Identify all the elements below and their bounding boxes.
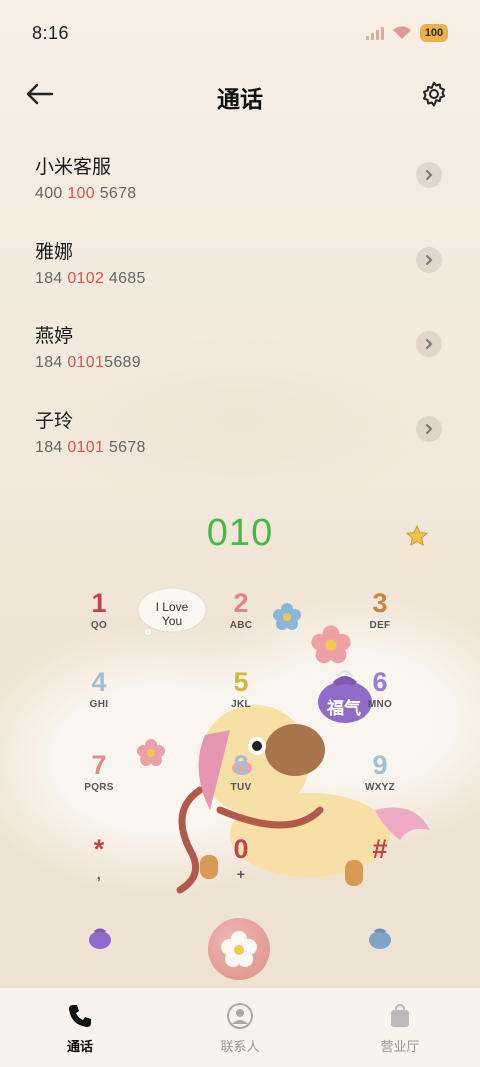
cloud-bubble-text: I Love You	[155, 600, 189, 628]
key-0[interactable]: 0 +	[206, 834, 276, 894]
contact-detail-button[interactable]	[416, 162, 442, 188]
contact-number: 400 100 5678	[35, 185, 137, 202]
key-4[interactable]: 4 GHI	[64, 667, 134, 727]
bottom-navigation: 通话 联系人 营业厅	[0, 988, 480, 1067]
contact-detail-button[interactable]	[416, 246, 442, 273]
contact-name: 雅娜	[35, 241, 74, 263]
tab-store-label: 营业厅	[380, 1039, 420, 1054]
key-1[interactable]: 1 QO	[64, 588, 134, 648]
key-2[interactable]: 2 ABC	[206, 588, 276, 648]
chevron-right-icon	[426, 339, 433, 349]
key-7[interactable]: 7 PQRS	[64, 750, 134, 810]
flower-call-icon	[221, 931, 257, 967]
key-hash[interactable]: #	[345, 834, 415, 894]
contact-row[interactable]: 小米客服 400 100 5678	[0, 136, 480, 221]
key-3[interactable]: 3 DEF	[345, 588, 415, 648]
favorite-star-icon[interactable]	[405, 524, 429, 548]
tab-store[interactable]: 营业厅	[320, 988, 480, 1067]
key-star[interactable]: *,	[64, 834, 134, 894]
contact-name: 小米客服	[35, 157, 112, 178]
contact-suggestion-list: 小米客服 400 100 5678 雅娜 184 0102 4685 燕婷 18…	[0, 136, 480, 474]
contact-row[interactable]: 燕婷 184 01015689	[0, 305, 480, 390]
phone-icon	[69, 1005, 91, 1027]
contact-detail-button[interactable]	[416, 331, 442, 357]
wifi-icon	[393, 26, 411, 39]
key-5[interactable]: 5 JKL	[206, 667, 276, 727]
status-bar: 8:16 100	[0, 0, 480, 66]
contact-row[interactable]: 雅娜 184 0102 4685	[0, 221, 480, 306]
call-button[interactable]	[208, 918, 270, 980]
contact-number: 184 0101 5678	[35, 438, 146, 456]
contact-detail-button[interactable]	[416, 415, 442, 442]
chevron-right-icon	[426, 423, 433, 434]
contact-number: 184 0102 4685	[35, 269, 146, 287]
contact-person-icon	[227, 1003, 253, 1029]
tab-contacts-label: 联系人	[220, 1039, 260, 1054]
status-time: 8:16	[32, 22, 70, 43]
battery-indicator: 100	[420, 24, 448, 42]
tab-contacts[interactable]: 联系人	[160, 988, 320, 1067]
status-icons: 100	[366, 24, 448, 42]
left-pouch-button[interactable]	[87, 924, 113, 950]
app-header: 通话	[0, 70, 480, 120]
tab-calls-label: 通话	[66, 1039, 93, 1054]
page-title: 通话	[217, 86, 263, 112]
right-pouch-button[interactable]	[367, 924, 393, 950]
chevron-right-icon	[426, 254, 433, 265]
shopping-bag-icon	[391, 1003, 409, 1027]
key-8[interactable]: 8 TUV	[206, 750, 276, 810]
settings-gear-icon[interactable]	[420, 80, 448, 108]
key-6[interactable]: 6 MNO	[345, 667, 415, 727]
contact-name: 子玲	[35, 410, 74, 432]
cell-signal-icon	[366, 26, 384, 40]
blue-flower-decor	[273, 603, 301, 630]
tab-calls[interactable]: 通话	[0, 988, 160, 1067]
contact-number: 184 01015689	[35, 354, 141, 371]
chevron-right-icon	[426, 170, 433, 180]
contact-row[interactable]: 子玲 184 0101 5678	[0, 390, 480, 475]
contact-name: 燕婷	[35, 326, 74, 347]
key-9[interactable]: 9 WXYZ	[345, 750, 415, 810]
